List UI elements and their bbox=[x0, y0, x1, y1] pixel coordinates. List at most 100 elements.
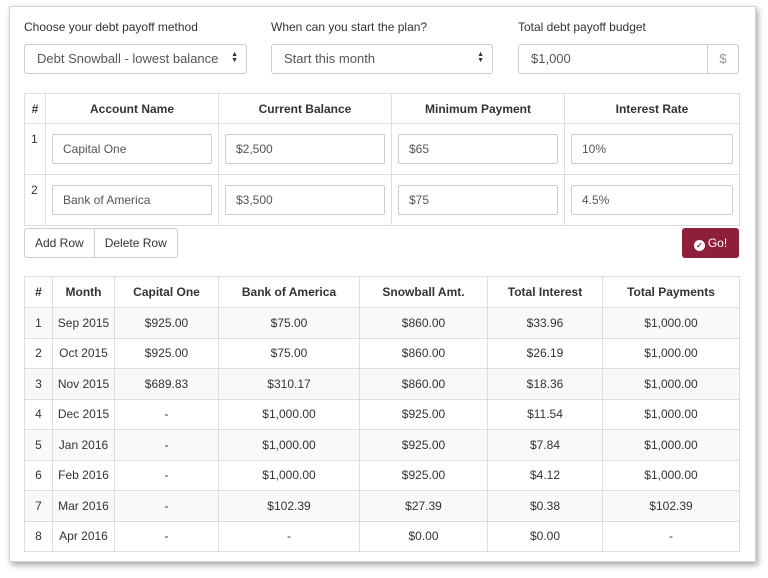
interest-rate-cell: 4.5% bbox=[564, 174, 740, 226]
bank-of-america-cell: $75.00 bbox=[218, 337, 360, 369]
row-number: 1 bbox=[24, 123, 46, 175]
month-cell: Sep 2015 bbox=[52, 307, 115, 339]
account-name-cell: Bank of America bbox=[45, 174, 219, 226]
capital-one-cell: - bbox=[114, 429, 219, 461]
go-button[interactable]: ✓ Go! bbox=[682, 228, 739, 258]
add-row-button[interactable]: Add Row bbox=[24, 228, 95, 258]
col-interest-rate-header: Interest Rate bbox=[564, 93, 740, 124]
balance-input[interactable]: $3,500 bbox=[225, 185, 385, 215]
total-payments-cell: $1,000.00 bbox=[602, 368, 740, 400]
interest-rate-cell: 10% bbox=[564, 123, 740, 175]
month-cell: Nov 2015 bbox=[52, 368, 115, 400]
bank-of-america-cell: - bbox=[218, 520, 360, 552]
capital-one-cell: - bbox=[114, 398, 219, 430]
accounts-header-row: # Account Name Current Balance Minimum P… bbox=[24, 93, 740, 124]
snowball-amt-cell: $925.00 bbox=[359, 429, 488, 461]
row-number: 8 bbox=[24, 520, 53, 552]
row-number: 6 bbox=[24, 459, 53, 491]
check-circle-icon: ✓ bbox=[693, 240, 705, 251]
snowball-amt-cell: $925.00 bbox=[359, 459, 488, 491]
col-bank-of-america-header: Bank of America bbox=[218, 276, 360, 308]
bank-of-america-cell: $1,000.00 bbox=[218, 429, 360, 461]
start-select-value: Start this month bbox=[284, 51, 376, 66]
col-minimum-payment-header: Minimum Payment bbox=[391, 93, 565, 124]
interest-rate-input[interactable]: 10% bbox=[571, 134, 733, 164]
total-payments-cell: $1,000.00 bbox=[602, 307, 740, 339]
total-interest-cell: $18.36 bbox=[487, 368, 603, 400]
snowball-amt-cell: $860.00 bbox=[359, 307, 488, 339]
account-name-input[interactable]: Capital One bbox=[52, 134, 212, 164]
month-cell: Jan 2016 bbox=[52, 429, 115, 461]
total-payments-cell: $1,000.00 bbox=[602, 337, 740, 369]
capital-one-cell: $925.00 bbox=[114, 337, 219, 369]
col-account-name-header: Account Name bbox=[45, 93, 219, 124]
go-button-label: Go! bbox=[707, 236, 728, 250]
min-payment-input[interactable]: $75 bbox=[398, 185, 558, 215]
col-month-header: Month bbox=[52, 276, 115, 308]
month-cell: Feb 2016 bbox=[52, 459, 115, 491]
delete-row-button[interactable]: Delete Row bbox=[94, 228, 178, 258]
col-capital-one-header: Capital One bbox=[114, 276, 219, 308]
capital-one-cell: $689.83 bbox=[114, 368, 219, 400]
budget-input[interactable]: $1,000 $ bbox=[518, 44, 739, 74]
row-number: 2 bbox=[24, 174, 46, 226]
total-payments-cell: $1,000.00 bbox=[602, 459, 740, 491]
interest-rate-input[interactable]: 4.5% bbox=[571, 185, 733, 215]
schedule-row: 4 Dec 2015- $1,000.00 $925.00 $11.54 $1,000.0… bbox=[24, 398, 740, 430]
row-number: 4 bbox=[24, 398, 53, 430]
snowball-amt-cell: $27.39 bbox=[359, 490, 488, 522]
col-snowball-amt-header: Snowball Amt. bbox=[359, 276, 488, 308]
row-number: 7 bbox=[24, 490, 53, 522]
month-cell: Oct 2015 bbox=[52, 337, 115, 369]
balance-cell: $2,500 bbox=[218, 123, 392, 175]
account-name-input[interactable]: Bank of America bbox=[52, 185, 212, 215]
bank-of-america-cell: $75.00 bbox=[218, 307, 360, 339]
method-label: Choose your debt payoff method bbox=[24, 20, 198, 34]
up-down-arrows-icon: ▲ ▼ bbox=[477, 51, 484, 65]
col-num-header: # bbox=[24, 93, 46, 124]
schedule-row: 6 Feb 2016- $1,000.00 $925.00 $4.12 $1,000.00 bbox=[24, 459, 740, 491]
method-select-value: Debt Snowball - lowest balance bbox=[37, 51, 219, 66]
schedule-row: 2 Oct 2015 $925.00 $75.00 $860.00 $26.19 $1,00… bbox=[24, 337, 740, 369]
schedule-row: 5 Jan 2016- $1,000.00 $925.00 $7.84 $1,000.00 bbox=[24, 429, 740, 461]
dollar-addon: $ bbox=[707, 45, 738, 73]
capital-one-cell: - bbox=[114, 490, 219, 522]
total-interest-cell: $26.19 bbox=[487, 337, 603, 369]
calculator-panel: Choose your debt payoff method Debt Snow… bbox=[9, 6, 756, 562]
total-payments-cell: - bbox=[602, 520, 740, 552]
bank-of-america-cell: $1,000.00 bbox=[218, 398, 360, 430]
account-name-cell: Capital One bbox=[45, 123, 219, 175]
snowball-amt-cell: $860.00 bbox=[359, 337, 488, 369]
bank-of-america-cell: $1,000.00 bbox=[218, 459, 360, 491]
row-buttons: Add Row Delete Row bbox=[24, 228, 178, 258]
bank-of-america-cell: $310.17 bbox=[218, 368, 360, 400]
up-down-arrows-icon: ▲ ▼ bbox=[231, 51, 238, 65]
col-total-payments-header: Total Payments bbox=[602, 276, 740, 308]
balance-input[interactable]: $2,500 bbox=[225, 134, 385, 164]
min-payment-cell: $75 bbox=[391, 174, 565, 226]
total-payments-cell: $1,000.00 bbox=[602, 398, 740, 430]
payoff-schedule-table: # Month Capital One Bank of America Snow… bbox=[24, 276, 740, 552]
schedule-row: 7 Mar 2016- $102.39 $27.39 $0.38 $102.39 bbox=[24, 490, 740, 522]
start-label: When can you start the plan? bbox=[271, 20, 428, 34]
total-interest-cell: $0.00 bbox=[487, 520, 603, 552]
row-number: 1 bbox=[24, 307, 53, 339]
min-payment-input[interactable]: $65 bbox=[398, 134, 558, 164]
schedule-row: 3 Nov 2015 $689.83 $310.17 $860.00 $18.36 $1,0… bbox=[24, 368, 740, 400]
month-cell: Dec 2015 bbox=[52, 398, 115, 430]
col-num-header: # bbox=[24, 276, 53, 308]
row-number: 2 bbox=[24, 337, 53, 369]
total-payments-cell: $102.39 bbox=[602, 490, 740, 522]
capital-one-cell: - bbox=[114, 459, 219, 491]
month-cell: Apr 2016 bbox=[52, 520, 115, 552]
method-select[interactable]: Debt Snowball - lowest balance ▲ ▼ bbox=[24, 44, 247, 74]
start-select[interactable]: Start this month ▲ ▼ bbox=[271, 44, 493, 74]
total-interest-cell: $11.54 bbox=[487, 398, 603, 430]
min-payment-cell: $65 bbox=[391, 123, 565, 175]
snowball-amt-cell: $0.00 bbox=[359, 520, 488, 552]
snowball-amt-cell: $925.00 bbox=[359, 398, 488, 430]
col-total-interest-header: Total Interest bbox=[487, 276, 603, 308]
budget-label: Total debt payoff budget bbox=[518, 20, 646, 34]
row-number: 5 bbox=[24, 429, 53, 461]
schedule-row: 1 Sep 2015 $925.00 $75.00 $860.00 $33.96 $1,00… bbox=[24, 307, 740, 339]
